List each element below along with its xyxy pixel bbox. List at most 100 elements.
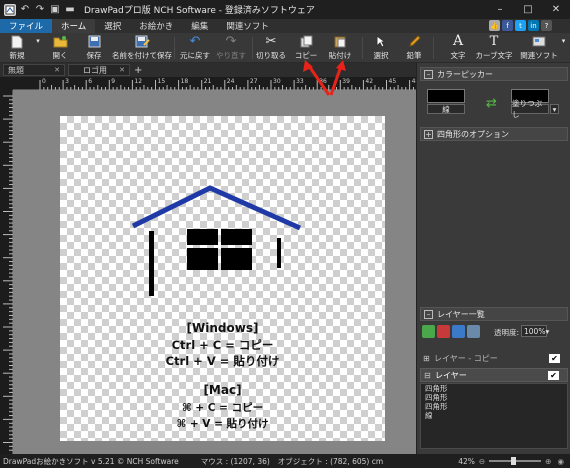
help-icon[interactable]: ?	[541, 20, 552, 31]
select-button[interactable]: 選択	[371, 34, 391, 62]
menu-home[interactable]: ホーム	[52, 19, 96, 33]
drawing-canvas[interactable]: [Windows] Ctrl + C = コピー Ctrl + V = 貼り付け…	[60, 116, 385, 441]
save-as-button[interactable]: 名前を付けて保存	[112, 34, 172, 62]
fill-color-label[interactable]: 塗りつぶし	[511, 99, 549, 119]
related-software-icon	[532, 34, 546, 49]
twitter-icon[interactable]: t	[515, 20, 526, 31]
expand-icon[interactable]: +	[424, 129, 433, 139]
title-bar: ↶ ↷ ▣ ▬ DrawPadプロ版 NCH Software - 登録済みソフ…	[0, 0, 570, 19]
merge-layer-icon[interactable]	[467, 325, 480, 338]
save-icon[interactable]: ▣	[49, 4, 61, 16]
fill-dropdown[interactable]: ▾	[550, 104, 559, 114]
stroke-color-swatch[interactable]	[427, 89, 465, 103]
menu-draw[interactable]: お絵かき	[130, 19, 182, 33]
rect-options-header[interactable]: + 四角形のオプション	[420, 127, 568, 141]
tab-logo[interactable]: ロゴ用 ✕	[68, 64, 130, 76]
redo-icon[interactable]: ↷	[34, 4, 46, 16]
related-button[interactable]: 関連ソフト	[520, 34, 558, 62]
new-label: 新規	[9, 51, 25, 60]
tab-label: 無題	[8, 65, 24, 75]
pencil-button[interactable]: 鉛筆	[404, 34, 424, 62]
collapse-icon[interactable]: –	[424, 309, 433, 319]
delete-layer-icon[interactable]	[437, 325, 450, 338]
app-icon[interactable]	[4, 3, 16, 16]
folder-icon[interactable]: ▬	[64, 4, 76, 16]
copy-button[interactable]: コピー	[294, 34, 318, 62]
copy-label: コピー	[294, 51, 318, 60]
menu-related[interactable]: 関連ソフト	[217, 19, 278, 33]
layer-row-copy[interactable]: ⊞ レイヤー - コピー ✔	[420, 351, 568, 365]
ruler-label: 42	[365, 78, 374, 85]
related-dropdown[interactable]: ▾	[559, 34, 568, 62]
menu-select[interactable]: 選択	[95, 19, 130, 33]
curve-text-button[interactable]: T カーブ文字	[475, 34, 512, 62]
paste-icon	[334, 34, 347, 49]
pencil-label: 鉛筆	[406, 51, 422, 60]
save-label: 保存	[86, 51, 102, 60]
tab-label: ロゴ用	[83, 65, 107, 75]
undo-icon[interactable]: ↶	[19, 4, 31, 16]
windows-heading: [Windows]	[186, 321, 259, 335]
zoom-out-icon[interactable]: ⊖	[479, 457, 485, 466]
swap-colors-icon[interactable]: ⇄	[486, 96, 497, 111]
ruler-label: 12	[134, 78, 143, 85]
cut-button[interactable]: ✂ 切り取る	[256, 34, 286, 62]
menu-file[interactable]: ファイル	[0, 19, 53, 33]
text-a-icon: A	[452, 33, 464, 49]
collapse-icon[interactable]: ⊟	[424, 371, 432, 380]
redo-button[interactable]: ↷ やり直す	[216, 34, 246, 62]
close-icon[interactable]: ✕	[119, 66, 125, 74]
minimize-button[interactable]: –	[486, 0, 514, 19]
pencil-icon	[408, 34, 421, 49]
object-item[interactable]: 線	[421, 411, 567, 420]
tab-untitled[interactable]: 無題 ✕	[3, 64, 65, 76]
layer-name: レイヤー	[435, 370, 467, 380]
paste-button[interactable]: 貼付け	[328, 34, 352, 62]
text-button[interactable]: A 文字	[448, 34, 468, 62]
save-button[interactable]: 保存	[82, 34, 106, 62]
save-as-icon	[135, 34, 150, 49]
curve-text-icon: T	[489, 34, 499, 49]
new-dropdown[interactable]: ▾	[33, 34, 43, 62]
zoom-level: 42%	[458, 456, 475, 466]
zoom-in-icon[interactable]: ⊕	[545, 457, 551, 466]
new-button[interactable]: 新規	[4, 34, 30, 62]
zoom-slider[interactable]	[489, 457, 542, 465]
redo-arrow-icon: ↷	[225, 34, 237, 49]
expand-icon[interactable]: ⊞	[423, 354, 431, 363]
workspace[interactable]: [Windows] Ctrl + C = コピー Ctrl + V = 貼り付け…	[13, 90, 416, 454]
ruler-corner	[0, 77, 13, 90]
close-button[interactable]: ✕	[542, 0, 570, 19]
mac-paste-shortcut: ⌘ + V = 貼り付け	[176, 418, 269, 430]
horizontal-ruler: 036912151821242730333639424548	[13, 77, 419, 90]
layers-header[interactable]: – レイヤー一覧	[420, 307, 568, 321]
opacity-select[interactable]: 100% ▾	[521, 325, 549, 337]
add-layer-icon[interactable]	[422, 325, 435, 338]
thumbs-up-icon[interactable]: 👍	[489, 20, 500, 31]
maximize-button[interactable]: □	[514, 0, 542, 19]
mouse-position: マウス : (1207, 36)	[200, 456, 270, 466]
undo-arrow-icon: ↶	[189, 34, 201, 49]
close-icon[interactable]: ✕	[54, 66, 60, 74]
object-item[interactable]: 四角形	[421, 402, 567, 411]
collapse-icon[interactable]: –	[424, 69, 433, 79]
ruler-label: 27	[249, 78, 258, 85]
undo-button[interactable]: ↶ 元に戻す	[179, 34, 211, 62]
window-pane-1	[187, 229, 218, 245]
add-tab-icon[interactable]: +	[134, 65, 142, 76]
fit-icon[interactable]: ◉	[557, 457, 564, 466]
color-picker-header[interactable]: – カラーピッカー	[420, 67, 568, 81]
visibility-check-icon[interactable]: ✔	[548, 370, 559, 380]
menu-edit[interactable]: 編集	[182, 19, 217, 33]
select-label: 選択	[373, 51, 389, 60]
duplicate-layer-icon[interactable]	[452, 325, 465, 338]
linkedin-icon[interactable]: in	[528, 20, 539, 31]
layer-row-main[interactable]: ⊟ レイヤー ✔	[420, 368, 568, 382]
object-item[interactable]: 四角形	[421, 393, 567, 402]
object-item[interactable]: 四角形	[421, 384, 567, 393]
open-button[interactable]: 開く	[48, 34, 72, 62]
facebook-icon[interactable]: f	[502, 20, 513, 31]
visibility-check-icon[interactable]: ✔	[549, 353, 560, 363]
vertical-ruler	[0, 90, 13, 454]
stroke-color-label[interactable]: 線	[427, 104, 465, 114]
